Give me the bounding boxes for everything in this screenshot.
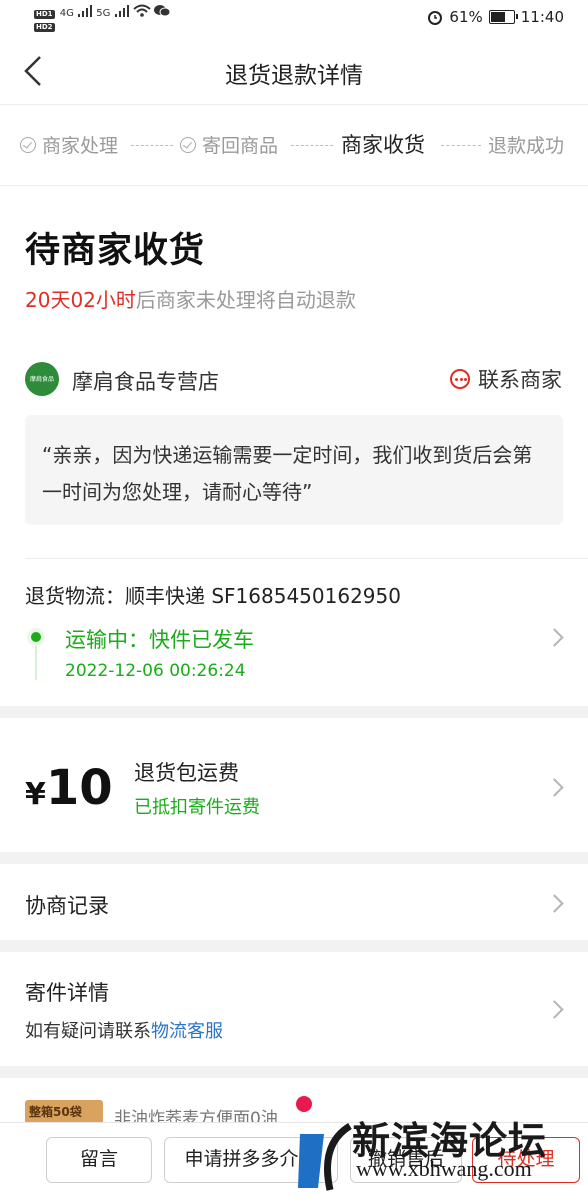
product-badge: 整箱50袋 — [29, 1105, 82, 1119]
watermark-logo-icon — [298, 1122, 352, 1191]
tracking-line — [35, 646, 37, 680]
shop-name[interactable]: 摩肩食品专营店 — [72, 366, 219, 396]
battery-icon — [488, 10, 518, 24]
tracking-time: 2022-12-06 00:26:24 — [65, 661, 246, 681]
wifi-icon — [133, 4, 151, 17]
signal-indicators: HD1 4G 5G HD2 — [34, 4, 171, 32]
product-thumbnail[interactable]: 整箱50袋 — [25, 1100, 103, 1124]
chevron-right-icon[interactable] — [545, 894, 564, 913]
page-title: 退货退款详情 — [225, 63, 363, 89]
chevron-right-icon[interactable] — [545, 778, 564, 797]
step-label: 商家收货 — [341, 133, 425, 157]
watermark-url: www.xbhwang.com — [356, 1156, 532, 1181]
step-label: 寄回商品 — [202, 135, 279, 157]
step-refund-success: 退款成功 — [488, 131, 564, 158]
tracking-dot-icon — [27, 628, 45, 646]
check-circle-icon — [180, 136, 196, 153]
network-5g-label: 5G — [96, 8, 111, 19]
tracking-status[interactable]: 运输中：快件已发车 — [65, 624, 254, 654]
shipping-details-title[interactable]: 寄件详情 — [25, 977, 109, 1007]
status-bar: HD1 4G 5G HD2 61% 11:40 — [0, 0, 588, 38]
negotiation-record[interactable]: 协商记录 — [25, 890, 109, 920]
hd1-label: HD1 — [34, 10, 55, 19]
contact-merchant-label: 联系商家 — [478, 368, 562, 392]
section-gap — [0, 1066, 588, 1078]
battery-percent: 61% — [449, 8, 483, 26]
step-label: 商家处理 — [42, 135, 119, 157]
contact-merchant-button[interactable]: 联系商家 — [450, 364, 562, 394]
section-gap — [0, 852, 588, 864]
help-prefix: 如有疑问请联系 — [25, 1021, 151, 1042]
status-title: 待商家收货 — [25, 231, 206, 271]
leave-message-button[interactable]: 留言 — [46, 1137, 152, 1183]
status-countdown: 20天02小时后商家未处理将自动退款 — [25, 284, 356, 313]
shipping-help-text: 如有疑问请联系物流客服 — [25, 1017, 223, 1043]
countdown-time: 20天02小时 — [25, 288, 136, 312]
fee-title[interactable]: 退货包运费 — [134, 757, 239, 787]
header: 退货退款详情 — [0, 38, 588, 105]
hd2-label: HD2 — [34, 23, 55, 32]
watermark: 新滨海论坛 www.xbhwang.com — [290, 1096, 588, 1200]
shop-logo-text: 摩肩食品 — [29, 377, 54, 383]
watermark-dot — [296, 1096, 312, 1112]
clock: 11:40 — [520, 8, 564, 26]
divider — [25, 558, 588, 559]
logistics-service-link[interactable]: 物流客服 — [151, 1021, 223, 1042]
chat-icon — [450, 369, 470, 389]
step-return-goods: 寄回商品 — [180, 131, 278, 158]
wechat-icon — [153, 5, 171, 17]
step-connector — [291, 145, 333, 146]
merchant-message-box: “亲亲，因为快递运输需要一定时间，我们收到货后会第一时间为您处理，请耐心等待” — [25, 415, 563, 525]
return-logistics-label: 退货物流：顺丰快递 SF1685450162950 — [25, 584, 401, 608]
status-right: 61% 11:40 — [427, 8, 564, 26]
merchant-message: “亲亲，因为快递运输需要一定时间，我们收到货后会第一时间为您处理，请耐心等待” — [42, 443, 533, 504]
step-merchant-processing: 商家处理 — [20, 131, 118, 158]
section-gap — [0, 706, 588, 718]
currency-symbol: ¥ — [25, 777, 46, 812]
network-4g-label: 4G — [59, 8, 74, 19]
step-label: 退款成功 — [488, 135, 565, 157]
section-gap — [0, 940, 588, 952]
fee-amount: 10 — [45, 760, 113, 816]
step-merchant-receive: 商家收货 — [341, 129, 425, 159]
signal-icon — [78, 5, 93, 17]
step-connector — [131, 145, 173, 146]
step-connector — [441, 145, 481, 146]
shop-logo[interactable]: 摩肩食品 — [25, 362, 59, 396]
alarm-icon — [428, 11, 443, 25]
signal-icon-2 — [114, 5, 129, 17]
return-fee-amount: ¥10 — [25, 760, 113, 816]
chevron-right-icon[interactable] — [545, 1000, 564, 1019]
fee-subtitle: 已抵扣寄件运费 — [134, 797, 260, 818]
countdown-suffix: 后商家未处理将自动退款 — [135, 288, 356, 312]
check-circle-icon — [20, 136, 36, 153]
chevron-right-icon[interactable] — [545, 628, 564, 647]
